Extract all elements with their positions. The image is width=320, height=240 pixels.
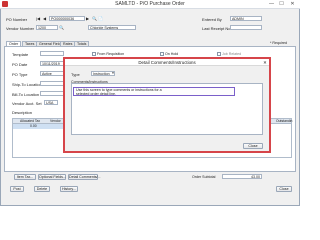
dialog-close-button[interactable]: Close <box>243 143 263 149</box>
po-date-label: PO Date <box>12 62 28 67</box>
vendor-acct-field[interactable]: USA <box>44 100 58 105</box>
order-subtotal-label: Order Subtotal <box>192 175 216 179</box>
optional-fields-button[interactable]: Optional Fields... <box>38 174 66 180</box>
first-record-icon[interactable]: |◀ <box>36 16 42 21</box>
column-allocated-tax[interactable]: Allocated Tax <box>20 119 40 123</box>
entered-by-label: Entered By <box>202 17 222 22</box>
window-title: SAMLTD - P/O Purchase Order <box>115 1 185 7</box>
lookup-icon[interactable]: 🔍 <box>92 16 97 21</box>
po-type-select[interactable]: Active <box>40 71 64 76</box>
required-note: * Required <box>270 41 287 45</box>
job-related-checkbox[interactable] <box>217 52 221 56</box>
entered-by-field: ADMIN <box>230 16 262 21</box>
column-outstanding[interactable]: Outstandin <box>276 119 292 123</box>
from-requisition-label: From Requisition <box>97 52 125 56</box>
bill-to-label: Bill-To Location <box>12 92 40 97</box>
from-requisition-checkbox[interactable] <box>92 52 96 56</box>
comments-list[interactable]: Use this screen to type comments or inst… <box>71 83 263 135</box>
type-label: Type <box>71 72 80 77</box>
item-tax-button[interactable]: Item Tax... <box>14 174 36 180</box>
description-label: Description <box>12 110 33 115</box>
vendor-number-label: Vendor Number <box>6 26 35 31</box>
template-field[interactable] <box>40 51 64 56</box>
minimize-button[interactable]: — <box>268 1 275 7</box>
order-subtotal-field: 43.00 <box>222 174 262 179</box>
allocated-tax-cell: 0.00 <box>30 124 37 128</box>
job-related-label: Job Related <box>222 52 242 56</box>
vendor-name-field: Chloride Systems <box>88 25 136 30</box>
po-number-field[interactable]: PO000000036 <box>49 16 85 21</box>
vendor-lookup-icon[interactable]: 🔍 <box>59 25 64 30</box>
ship-to-label: Ship-To Location <box>12 82 42 87</box>
vendor-number-field[interactable]: 1200 <box>36 25 58 30</box>
last-receipt-label: Last Receipt No. <box>202 26 232 31</box>
comment-row-selected[interactable]: Use this screen to type comments or inst… <box>73 87 235 96</box>
window-close-button[interactable]: ✕ <box>289 1 296 7</box>
ship-to-field[interactable] <box>40 81 64 86</box>
on-hold-label: On Hold <box>165 52 179 56</box>
close-button[interactable]: Close <box>276 186 292 192</box>
last-receipt-field <box>230 25 262 30</box>
bill-to-field[interactable] <box>40 91 64 96</box>
po-number-label: PO Number <box>6 17 28 22</box>
comment-text-line-2: selected order detail line. <box>76 92 116 96</box>
dialog-title: Detail Comments/Instructions <box>65 59 269 66</box>
po-date-field[interactable]: 10/11/2019 <box>40 61 64 66</box>
detail-comments-dialog: Detail Comments/Instructions ✕ Type Inst… <box>63 57 271 153</box>
detail-comments-button[interactable]: Detail Comments/... <box>68 174 101 180</box>
maximize-button[interactable]: ☐ <box>278 1 285 7</box>
dialog-close-icon[interactable]: ✕ <box>261 59 269 66</box>
history-button[interactable]: History... <box>60 186 78 192</box>
chevron-down-icon[interactable]: ▾ <box>111 71 115 76</box>
post-button[interactable]: Post <box>10 186 24 192</box>
po-type-label: PO Type <box>12 72 28 77</box>
next-record-icon[interactable]: ▶ <box>86 16 91 21</box>
previous-record-icon[interactable]: ◀ <box>43 16 48 21</box>
on-hold-checkbox[interactable] <box>160 52 164 56</box>
template-label: Template <box>12 52 29 57</box>
delete-button[interactable]: Delete <box>34 186 50 192</box>
new-document-icon[interactable]: 📄 <box>98 16 103 21</box>
vendor-acct-label: Vendor Acct. Set <box>12 101 42 106</box>
column-vendor[interactable]: Vendor <box>50 119 61 123</box>
